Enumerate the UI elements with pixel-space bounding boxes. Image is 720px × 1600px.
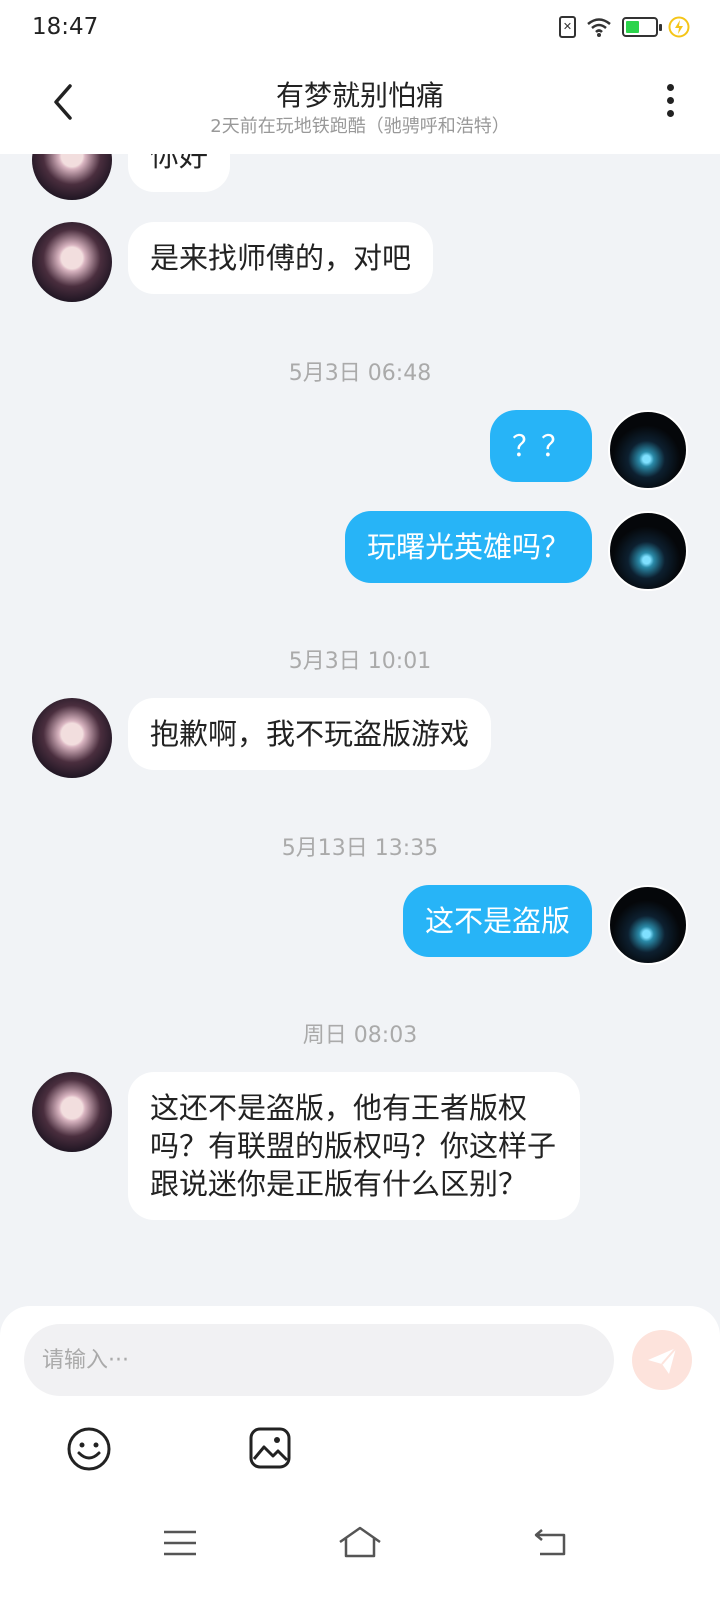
my-avatar[interactable] bbox=[608, 885, 688, 965]
menu-icon[interactable] bbox=[162, 1528, 198, 1558]
home-icon[interactable] bbox=[336, 1524, 384, 1560]
battery-icon bbox=[622, 17, 662, 37]
chat-messages[interactable]: 你好 是来找师傅的，对吧 5月3日 06:48 ？？ 玩曙光英雄吗？ 5月3日 … bbox=[0, 154, 720, 1304]
send-icon bbox=[648, 1347, 677, 1374]
my-avatar[interactable] bbox=[608, 410, 688, 490]
contact-avatar[interactable] bbox=[32, 1072, 112, 1152]
timestamp: 5月13日 13:35 bbox=[281, 836, 439, 861]
message-bubble[interactable]: 这还不是盗版，他有王者版权吗？有联盟的版权吗？你这样子跟说迷你是正版有什么区别？ bbox=[128, 1072, 580, 1220]
message-bubble[interactable]: 这不是盗版 bbox=[402, 885, 592, 957]
charging-icon bbox=[668, 16, 690, 38]
contact-avatar[interactable] bbox=[32, 154, 112, 200]
message-bubble[interactable]: 你好 bbox=[128, 154, 231, 192]
contact-status: 2天前在玩地铁跑酷（驰骋呼和浩特） bbox=[210, 116, 510, 137]
message-received: 是来找师傅的，对吧 bbox=[32, 222, 434, 302]
timestamp: 5月3日 10:01 bbox=[288, 649, 432, 674]
more-options-icon[interactable] bbox=[660, 84, 680, 124]
message-bubble[interactable]: 抱歉啊，我不玩盗版游戏 bbox=[128, 698, 492, 770]
image-picker-icon[interactable] bbox=[248, 1426, 292, 1470]
sim-card-icon: ✕ bbox=[559, 16, 576, 38]
message-received: 抱歉啊，我不玩盗版游戏 bbox=[32, 698, 492, 778]
send-button[interactable] bbox=[632, 1330, 692, 1390]
nav-back-icon[interactable] bbox=[532, 1526, 568, 1558]
message-bubble[interactable]: 是来找师傅的，对吧 bbox=[128, 222, 434, 294]
message-received: 你好 bbox=[32, 154, 231, 200]
message-input[interactable] bbox=[24, 1324, 614, 1396]
message-received: 这还不是盗版，他有王者版权吗？有联盟的版权吗？你这样子跟说迷你是正版有什么区别？ bbox=[32, 1072, 580, 1220]
message-sent: 这不是盗版 bbox=[402, 885, 688, 965]
wifi-icon bbox=[587, 18, 611, 37]
message-sent: ？？ bbox=[489, 410, 688, 490]
my-avatar[interactable] bbox=[608, 511, 688, 591]
message-bubble[interactable]: 玩曙光英雄吗？ bbox=[344, 511, 592, 583]
input-panel bbox=[0, 1306, 720, 1500]
system-nav-bar bbox=[0, 1500, 720, 1600]
status-icons: ✕ bbox=[559, 16, 690, 38]
contact-name: 有梦就别怕痛 bbox=[275, 79, 444, 112]
emoji-icon[interactable] bbox=[66, 1426, 112, 1472]
status-time: 18:47 bbox=[32, 14, 99, 40]
contact-avatar[interactable] bbox=[32, 222, 112, 302]
timestamp: 周日 08:03 bbox=[302, 1023, 418, 1048]
status-bar: 18:47 ✕ bbox=[0, 0, 720, 56]
message-bubble[interactable]: ？？ bbox=[489, 410, 592, 482]
message-sent: 玩曙光英雄吗？ bbox=[344, 511, 688, 591]
timestamp: 5月3日 06:48 bbox=[288, 361, 432, 386]
chat-header: 有梦就别怕痛 2天前在玩地铁跑酷（驰骋呼和浩特） bbox=[0, 56, 720, 154]
contact-avatar[interactable] bbox=[32, 698, 112, 778]
